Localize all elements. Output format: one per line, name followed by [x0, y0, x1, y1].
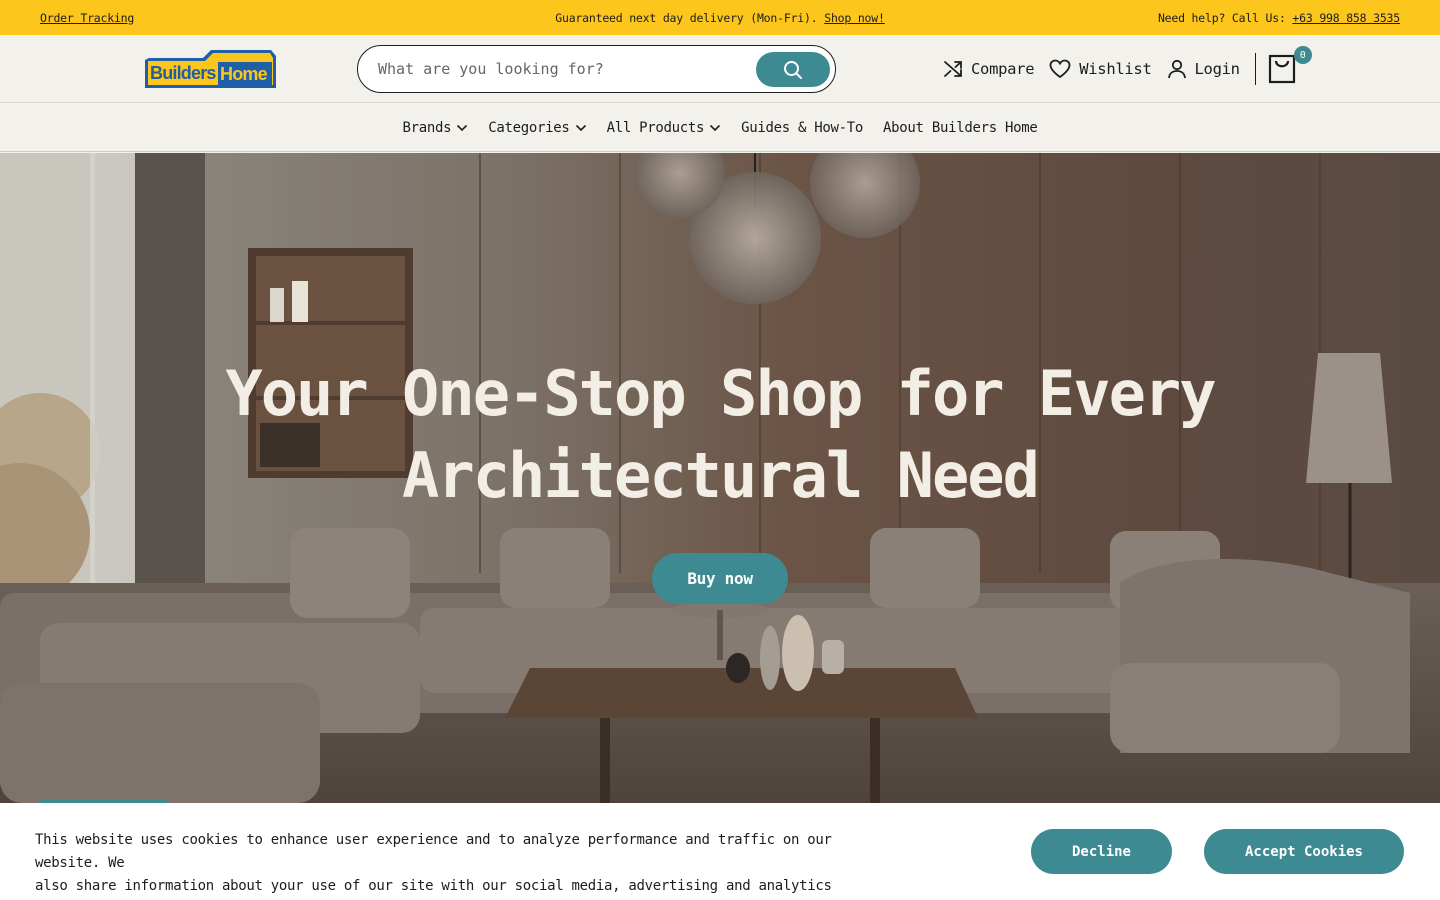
search-icon: [784, 60, 802, 79]
nav-item-label: Brands: [402, 119, 452, 136]
cart-count-badge: 0: [1293, 46, 1312, 64]
nav-item-label: About Builders Home: [883, 119, 1038, 136]
compare-button[interactable]: Compare: [943, 59, 1035, 79]
nav-item-about[interactable]: About Builders Home: [873, 120, 1047, 136]
nav-item-all-products[interactable]: All Products: [597, 120, 732, 136]
builders-home-logo[interactable]: Builders Home: [145, 50, 276, 88]
wishlist-button[interactable]: Wishlist: [1049, 59, 1152, 79]
user-icon: [1167, 59, 1186, 79]
search-input[interactable]: [358, 49, 748, 89]
cookie-consent-banner: This website uses cookies to enhance use…: [0, 803, 1440, 900]
accept-cookies-button[interactable]: Accept Cookies: [1204, 829, 1404, 874]
logo-text-builders: Builders: [150, 63, 216, 83]
shopping-bag-icon: [1268, 54, 1295, 84]
site-header: Builders Home Compare Wishlist: [0, 35, 1440, 103]
main-navigation: Brands Categories All Products Guides & …: [0, 104, 1440, 152]
wishlist-label: Wishlist: [1079, 60, 1152, 78]
header-divider: [1254, 53, 1256, 85]
chevron-down-icon: [457, 124, 468, 131]
shop-now-link[interactable]: Shop now!: [824, 11, 885, 25]
shuffle-icon: [944, 61, 962, 77]
announcement-bar: Order Tracking Guaranteed next day deliv…: [0, 0, 1440, 35]
nav-item-guides[interactable]: Guides & How-To: [731, 120, 873, 136]
help-contact: Need help? Call Us: +63 998 858 3535: [1158, 11, 1400, 25]
cookie-message-line-2: also share information about your use of…: [35, 878, 832, 894]
nav-item-label: Categories: [488, 119, 570, 136]
header-actions: Compare Wishlist Login 0: [943, 35, 1312, 103]
nav-item-categories[interactable]: Categories: [478, 120, 596, 136]
help-text: Need help? Call Us:: [1157, 10, 1286, 25]
hero-banner: Your One-Stop Shop for Every Architectur…: [0, 153, 1440, 803]
cart-button[interactable]: 0: [1268, 46, 1312, 86]
hero-title-line-2: Architectural Need: [402, 439, 1040, 512]
hero-title: Your One-Stop Shop for Every Architectur…: [0, 353, 1440, 517]
delivery-text: Guaranteed next day delivery (Mon-Fri).: [555, 10, 818, 25]
heart-icon: [1049, 59, 1071, 79]
cookie-message: This website uses cookies to enhance use…: [35, 829, 835, 900]
hero-title-line-1: Your One-Stop Shop for Every: [225, 357, 1216, 430]
search-bar: [357, 45, 836, 93]
nav-item-label: Guides & How-To: [741, 119, 864, 136]
logo-text-home: Home: [220, 64, 268, 84]
order-tracking-link[interactable]: Order Tracking: [40, 11, 134, 25]
nav-item-brands[interactable]: Brands: [392, 120, 478, 136]
chevron-down-icon: [575, 124, 586, 131]
compare-label: Compare: [971, 60, 1035, 78]
search-button[interactable]: [756, 52, 830, 87]
buy-now-button[interactable]: Buy now: [652, 553, 788, 604]
chevron-down-icon: [710, 124, 721, 131]
nav-item-label: All Products: [606, 119, 705, 136]
cookie-message-line-1: This website uses cookies to enhance use…: [35, 832, 832, 871]
phone-link[interactable]: +63 998 858 3535: [1292, 11, 1400, 25]
login-button[interactable]: Login: [1167, 59, 1240, 79]
decline-cookies-button[interactable]: Decline: [1031, 829, 1172, 874]
login-label: Login: [1194, 60, 1240, 78]
